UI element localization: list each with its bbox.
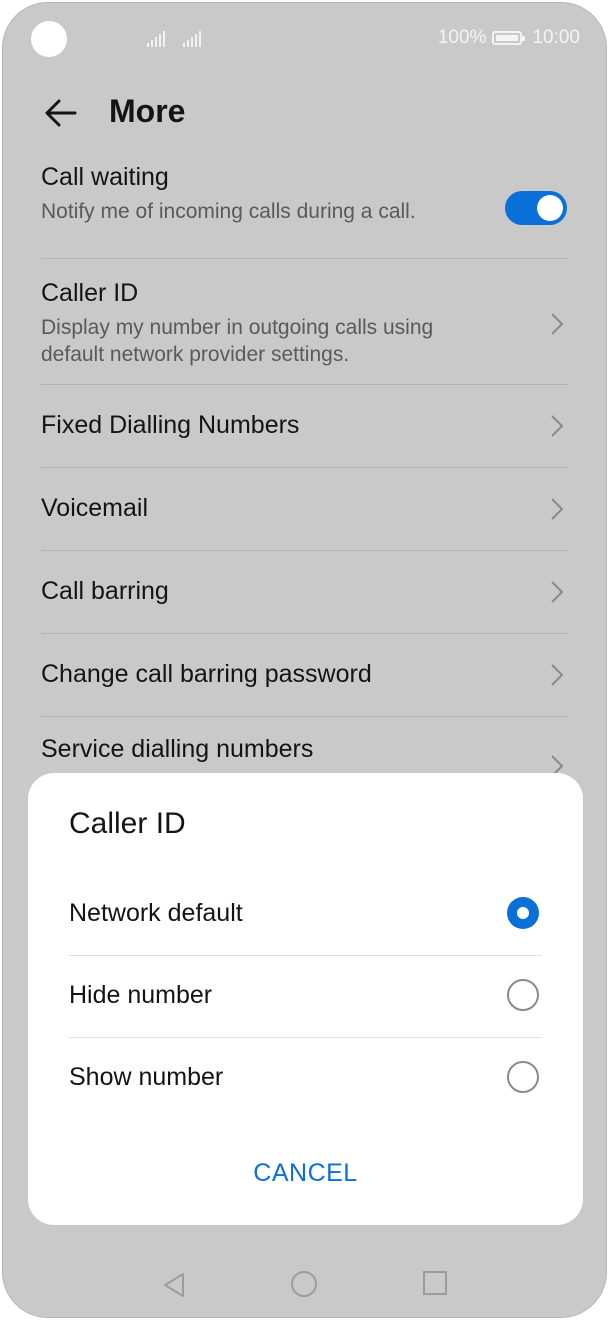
status-right: 100% 10:00	[438, 27, 580, 49]
setting-change-barring-password[interactable]: Change call barring password	[41, 634, 569, 717]
setting-call-waiting[interactable]: Call waiting Notify me of incoming calls…	[41, 163, 569, 259]
chevron-right-icon	[551, 664, 564, 686]
setting-voicemail[interactable]: Voicemail	[41, 468, 569, 551]
chevron-right-icon	[551, 498, 564, 520]
cancel-button[interactable]: CANCEL	[28, 1159, 583, 1188]
radio-unselected-icon[interactable]	[507, 979, 539, 1011]
option-label: Network default	[69, 899, 243, 927]
setting-subtitle: Notify me of incoming calls during a cal…	[41, 200, 416, 223]
chevron-right-icon	[551, 581, 564, 603]
nav-home-icon[interactable]	[291, 1271, 317, 1297]
toggle-knob	[537, 195, 563, 221]
clock: 10:00	[532, 27, 580, 48]
radio-selected-icon[interactable]	[507, 897, 539, 929]
app-header: More	[3, 79, 606, 145]
setting-label: Call barring	[41, 577, 169, 605]
signal-icon	[183, 29, 201, 47]
setting-caller-id[interactable]: Caller ID Display my number in outgoing …	[41, 259, 569, 385]
setting-fixed-dialling[interactable]: Fixed Dialling Numbers	[41, 385, 569, 468]
battery-icon	[492, 31, 526, 45]
nav-back-icon[interactable]	[161, 1271, 187, 1299]
setting-label: Change call barring password	[41, 660, 372, 688]
option-label: Show number	[69, 1063, 224, 1091]
signal-icon	[147, 29, 165, 47]
option-show-number[interactable]: Show number	[69, 1037, 542, 1119]
battery-percent: 100%	[437, 27, 487, 48]
navigation-bar	[3, 1259, 606, 1315]
radio-unselected-icon[interactable]	[507, 1061, 539, 1093]
camera-cutout	[31, 21, 67, 57]
nav-recent-icon[interactable]	[423, 1271, 447, 1295]
page-title: More	[109, 93, 186, 129]
back-arrow-icon[interactable]	[41, 93, 81, 133]
setting-label: Service dialling numbers	[41, 735, 314, 763]
chevron-right-icon	[551, 313, 564, 335]
setting-label: Call waiting	[41, 163, 169, 191]
status-bar: 100% 10:00	[3, 3, 606, 79]
dialog-title: Caller ID	[69, 807, 186, 840]
option-network-default[interactable]: Network default	[69, 873, 542, 956]
option-label: Hide number	[69, 981, 213, 1009]
settings-list: Call waiting Notify me of incoming calls…	[41, 163, 569, 807]
caller-id-dialog: Caller ID Network default Hide number Sh…	[28, 773, 583, 1225]
setting-label: Caller ID	[41, 279, 139, 307]
setting-label: Fixed Dialling Numbers	[41, 411, 300, 439]
phone-screen: 100% 10:00 More Call waiting Notify me o…	[2, 2, 607, 1318]
setting-label: Voicemail	[41, 494, 148, 522]
chevron-right-icon	[551, 415, 564, 437]
setting-call-barring[interactable]: Call barring	[41, 551, 569, 634]
setting-subtitle: Display my number in outgoing calls usin…	[41, 316, 434, 366]
call-waiting-toggle[interactable]	[505, 191, 567, 225]
option-hide-number[interactable]: Hide number	[69, 955, 542, 1038]
